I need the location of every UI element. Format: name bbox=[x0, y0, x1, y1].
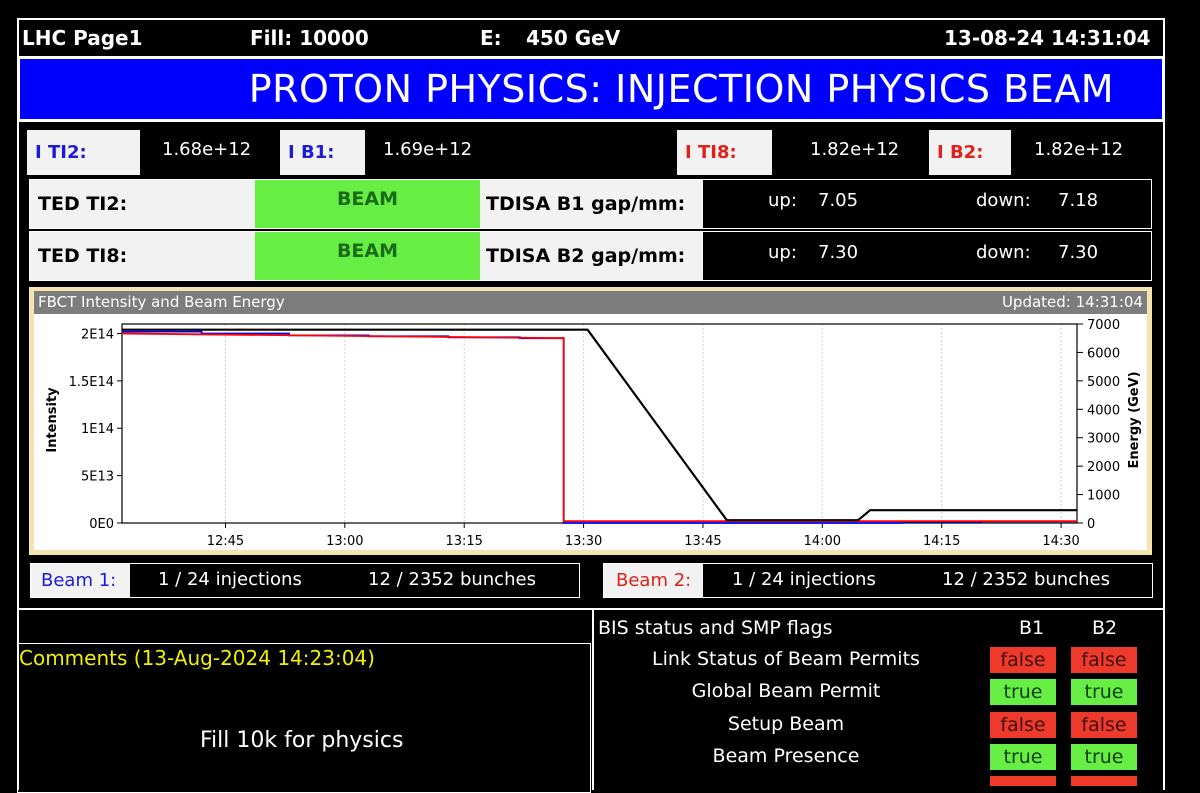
ti2-label-box: I TI2: bbox=[27, 130, 140, 175]
y2-tick-label: 7000 bbox=[1087, 318, 1120, 333]
bis-row-label: Setup Beam bbox=[727, 713, 845, 735]
header-datetime: 13-08-24 14:31:04 bbox=[944, 26, 1151, 50]
bis-b2-flag-partial bbox=[1071, 776, 1137, 786]
x-tick-label: 13:15 bbox=[445, 534, 482, 549]
b1-intensity-value: 1.69e+12 bbox=[383, 139, 473, 160]
y-tick-label: 2E14 bbox=[81, 327, 114, 342]
ti8-label: I TI8: bbox=[685, 142, 737, 163]
x-tick-label: 12:45 bbox=[207, 534, 244, 549]
tdisa-b1-down-value: 7.18 bbox=[1058, 190, 1099, 211]
y2-tick-label: 5000 bbox=[1087, 375, 1120, 390]
bis-b2-flag: false bbox=[1071, 647, 1137, 673]
fill-number: Fill: 10000 bbox=[250, 26, 369, 50]
chart-background bbox=[34, 314, 1147, 550]
bis-col-b1: B1 bbox=[1019, 617, 1045, 639]
ted-ti2-state: BEAM bbox=[255, 180, 480, 228]
chart-title: FBCT Intensity and Beam Energy bbox=[38, 293, 285, 311]
y2-tick-label: 4000 bbox=[1087, 403, 1120, 418]
bis-b1-flag: true bbox=[990, 679, 1056, 705]
bis-b2-flag: false bbox=[1071, 712, 1137, 738]
tdisa-b2-up-value: 7.30 bbox=[818, 242, 859, 263]
mode-banner: PROTON PHYSICS: INJECTION PHYSICS BEAM bbox=[17, 56, 1165, 122]
x-tick-label: 14:15 bbox=[923, 534, 960, 549]
ti8-label-box: I TI8: bbox=[677, 130, 772, 175]
y2-tick-label: 2000 bbox=[1087, 460, 1120, 475]
tdisa-b2-label: TDISA B2 gap/mm: bbox=[480, 232, 703, 280]
chart-title-bar: FBCT Intensity and Beam Energy Updated: … bbox=[34, 291, 1147, 314]
bis-b1-flag: false bbox=[990, 712, 1056, 738]
bis-b2-flag: true bbox=[1071, 744, 1137, 770]
ted-ti8-label: TED TI8: bbox=[30, 232, 255, 280]
beam2-injections: 1 / 24 injections bbox=[732, 569, 876, 590]
comments-text: Fill 10k for physics bbox=[200, 728, 404, 753]
y-tick-label: 5E13 bbox=[81, 470, 114, 485]
comments-title: Comments (13-Aug-2024 14:23:04) bbox=[19, 646, 375, 670]
y2-axis-title: Energy (GeV) bbox=[1127, 371, 1142, 468]
bis-b1-flag-partial bbox=[990, 776, 1056, 786]
bis-b2-flag: true bbox=[1071, 679, 1137, 705]
b2-label-box: I B2: bbox=[929, 130, 1011, 175]
beam1-label-box: Beam 1: bbox=[31, 564, 130, 597]
tdisa-b1-up-label: up: bbox=[768, 190, 797, 211]
tdisa-b2-down-label: down: bbox=[976, 242, 1031, 263]
y2-tick-label: 0 bbox=[1087, 517, 1095, 532]
ti2-value: 1.68e+12 bbox=[162, 139, 252, 160]
beam1-label: Beam 1: bbox=[41, 570, 117, 591]
tdisa-b1-up-value: 7.05 bbox=[818, 190, 859, 211]
b2-intensity-label: I B2: bbox=[937, 142, 984, 163]
y2-tick-label: 3000 bbox=[1087, 432, 1120, 447]
x-tick-label: 14:30 bbox=[1042, 534, 1079, 549]
mode-banner-title: PROTON PHYSICS: INJECTION PHYSICS BEAM bbox=[248, 67, 1114, 111]
ti8-value: 1.82e+12 bbox=[810, 139, 900, 160]
tdisa-b2-down-value: 7.30 bbox=[1058, 242, 1099, 263]
beam2-label-box: Beam 2: bbox=[604, 564, 703, 597]
bis-title: BIS status and SMP flags bbox=[598, 617, 833, 639]
b2-intensity-value: 1.82e+12 bbox=[1034, 139, 1124, 160]
y-tick-label: 1E14 bbox=[81, 422, 114, 437]
beam2-label: Beam 2: bbox=[616, 570, 692, 591]
y-tick-label: 1.5E14 bbox=[69, 375, 114, 390]
beam1-bunches: 12 / 2352 bunches bbox=[368, 569, 536, 590]
y-axis-title: Intensity bbox=[45, 387, 60, 453]
bis-row-label: Global Beam Permit bbox=[691, 680, 881, 702]
ted-ti2-label: TED TI2: bbox=[30, 180, 255, 228]
beam1-injections: 1 / 24 injections bbox=[158, 569, 302, 590]
bis-col-b2: B2 bbox=[1092, 617, 1118, 639]
ti2-label: I TI2: bbox=[35, 142, 87, 163]
y-tick-label: 0E0 bbox=[89, 517, 114, 532]
tdisa-b2-up-label: up: bbox=[768, 242, 797, 263]
energy-value: 450 GeV bbox=[526, 26, 621, 50]
ted-ti8-state: BEAM bbox=[255, 232, 480, 280]
bis-b1-flag: false bbox=[990, 647, 1056, 673]
b1-label-box: I B1: bbox=[280, 130, 365, 175]
fbct-chart: 12:45 13:00 13:15 13:30 13:45 14:00 14:15 14:30… bbox=[34, 314, 1147, 550]
energy-label: E: bbox=[480, 26, 502, 50]
b1-intensity-label: I B1: bbox=[288, 142, 335, 163]
bis-row-label: Beam Presence bbox=[712, 745, 860, 767]
beam2-bunches: 12 / 2352 bunches bbox=[942, 569, 1110, 590]
x-tick-label: 13:30 bbox=[565, 534, 602, 549]
x-tick-label: 13:00 bbox=[326, 534, 363, 549]
tdisa-b1-down-label: down: bbox=[976, 190, 1031, 211]
page-name: LHC Page1 bbox=[22, 26, 143, 50]
bis-row-label: Link Status of Beam Permits bbox=[652, 648, 920, 670]
y2-tick-label: 6000 bbox=[1087, 346, 1120, 361]
bis-b1-flag: true bbox=[990, 744, 1056, 770]
tdisa-b1-label: TDISA B1 gap/mm: bbox=[480, 180, 703, 228]
chart-updated: Updated: 14:31:04 bbox=[1001, 293, 1143, 311]
x-tick-label: 13:45 bbox=[684, 534, 721, 549]
y2-tick-label: 1000 bbox=[1087, 489, 1120, 504]
x-tick-label: 14:00 bbox=[804, 534, 841, 549]
